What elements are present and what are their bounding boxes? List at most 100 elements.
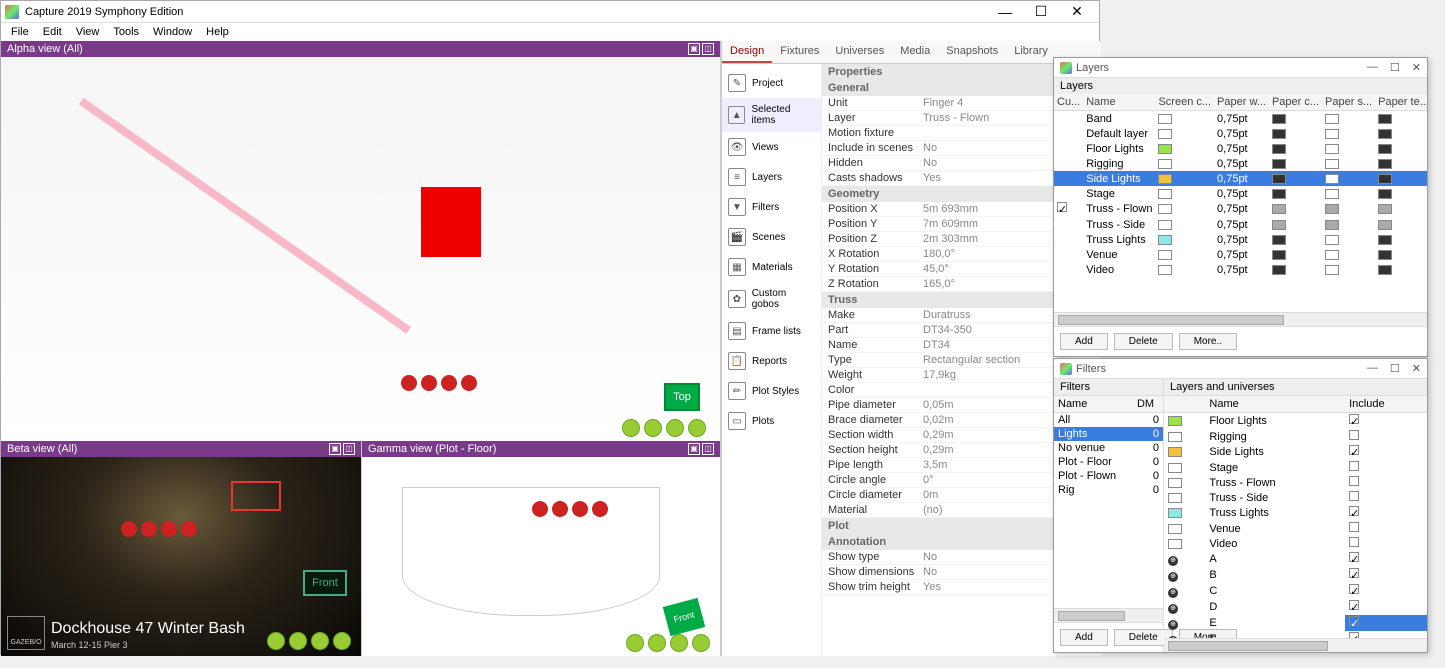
paper-swatch[interactable]	[1325, 114, 1339, 124]
screen-color-swatch[interactable]	[1158, 114, 1172, 124]
paper-swatch[interactable]	[1325, 250, 1339, 260]
tab-media[interactable]: Media	[892, 41, 938, 63]
column-header[interactable]: Name	[1054, 396, 1133, 413]
include-checkbox[interactable]	[1349, 430, 1359, 440]
view-tool-icon[interactable]	[289, 632, 307, 650]
column-header[interactable]: Screen c...	[1155, 94, 1214, 111]
paper-swatch[interactable]	[1325, 144, 1339, 154]
column-header[interactable]: Cu...	[1054, 94, 1083, 111]
view-tool-icon[interactable]	[333, 632, 351, 650]
layer-row[interactable]: Stage0,75ptNormal	[1054, 186, 1427, 201]
beta-view-header[interactable]: Beta view (All) ▣ ◫	[1, 441, 361, 457]
nav-selected-items[interactable]: ▲Selected items	[722, 98, 821, 132]
paper-text-swatch[interactable]	[1378, 220, 1392, 230]
layer-universe-row[interactable]: ⊕B✓	[1164, 567, 1427, 583]
view-orientation-badge[interactable]: Front	[303, 570, 347, 596]
view-orientation-badge[interactable]: Top	[664, 383, 700, 411]
include-checkbox[interactable]: ✓	[1349, 445, 1359, 455]
layer-universe-row[interactable]: Truss - Side	[1164, 490, 1427, 505]
close-button[interactable]: ✕	[1059, 2, 1095, 22]
paper-swatch[interactable]	[1325, 204, 1339, 214]
include-checkbox[interactable]	[1349, 491, 1359, 501]
column-header[interactable]: Name	[1083, 94, 1155, 111]
view-tool-icon[interactable]	[311, 632, 329, 650]
close-button[interactable]: ✕	[1412, 362, 1421, 375]
menu-tools[interactable]: Tools	[107, 25, 145, 39]
add-button[interactable]: Add	[1060, 629, 1108, 646]
paper-color-swatch[interactable]	[1272, 204, 1286, 214]
paper-swatch[interactable]	[1325, 265, 1339, 275]
paper-text-swatch[interactable]	[1378, 189, 1392, 199]
menu-file[interactable]: File	[5, 25, 35, 39]
more-button[interactable]: More..	[1179, 333, 1237, 350]
column-header[interactable]	[1164, 396, 1205, 413]
horizontal-scrollbar[interactable]	[1054, 608, 1163, 622]
nav-project[interactable]: ✎Project	[722, 68, 821, 98]
paper-text-swatch[interactable]	[1378, 129, 1392, 139]
layer-row[interactable]: Floor Lights0,75ptNormal	[1054, 141, 1427, 156]
filter-row[interactable]: Lights0	[1054, 427, 1163, 441]
paper-text-swatch[interactable]	[1378, 174, 1392, 184]
filter-row[interactable]: No venue0	[1054, 441, 1163, 455]
nav-filters[interactable]: ▼Filters	[722, 192, 821, 222]
view-tool-icon[interactable]	[670, 634, 688, 652]
maximize-button[interactable]: ☐	[1023, 2, 1059, 22]
screen-color-swatch[interactable]	[1158, 220, 1172, 230]
paper-text-swatch[interactable]	[1378, 204, 1392, 214]
filter-row[interactable]: Rig0	[1054, 483, 1163, 497]
titlebar[interactable]: Capture 2019 Symphony Edition — ☐ ✕	[1, 1, 1099, 23]
minimize-button[interactable]: —	[1367, 362, 1378, 375]
paper-color-swatch[interactable]	[1272, 159, 1286, 169]
include-checkbox[interactable]	[1349, 522, 1359, 532]
paper-text-swatch[interactable]	[1378, 114, 1392, 124]
layer-row[interactable]: Side Lights0,75ptNormal	[1054, 171, 1427, 186]
layer-row[interactable]: Default layer0,75ptNormal	[1054, 126, 1427, 141]
layer-universe-row[interactable]: Stage	[1164, 460, 1427, 475]
nav-layers[interactable]: ≡Layers	[722, 162, 821, 192]
paper-swatch[interactable]	[1325, 189, 1339, 199]
minimize-button[interactable]: —	[987, 2, 1023, 22]
close-button[interactable]: ✕	[1412, 61, 1421, 74]
minimize-button[interactable]: —	[1367, 61, 1378, 74]
layer-row[interactable]: Band0,75ptNormal	[1054, 111, 1427, 127]
view-control-icon[interactable]: ◫	[343, 443, 355, 455]
tab-library[interactable]: Library	[1006, 41, 1056, 63]
include-checkbox[interactable]: ✓	[1349, 568, 1359, 578]
view-tool-icon[interactable]	[622, 419, 640, 437]
include-checkbox[interactable]: ✓	[1349, 600, 1359, 610]
layer-universe-row[interactable]: Side Lights✓	[1164, 444, 1427, 460]
nav-custom-gobos[interactable]: ✿Custom gobos	[722, 282, 821, 316]
menu-help[interactable]: Help	[200, 25, 235, 39]
paper-color-swatch[interactable]	[1272, 189, 1286, 199]
paper-color-swatch[interactable]	[1272, 114, 1286, 124]
menu-window[interactable]: Window	[147, 25, 198, 39]
column-header[interactable]: Paper w...	[1214, 94, 1269, 111]
layer-universe-row[interactable]: ⊕F✓	[1164, 631, 1427, 638]
filters-window[interactable]: Filters — ☐ ✕ Filters NameDMAll0Lights0N…	[1053, 358, 1428, 653]
paper-color-swatch[interactable]	[1272, 265, 1286, 275]
paper-swatch[interactable]	[1325, 129, 1339, 139]
current-checkbox[interactable]: ✓	[1057, 202, 1067, 212]
maximize-button[interactable]: ☐	[1390, 61, 1400, 74]
add-button[interactable]: Add	[1060, 333, 1108, 350]
include-checkbox[interactable]	[1349, 461, 1359, 471]
column-header[interactable]: Paper s...	[1322, 94, 1375, 111]
layer-row[interactable]: Venue0,75ptLow	[1054, 247, 1427, 262]
layer-universe-row[interactable]: Venue	[1164, 521, 1427, 536]
view-control-icon[interactable]: ▣	[329, 443, 341, 455]
view-tool-icon[interactable]	[666, 419, 684, 437]
nav-materials[interactable]: ▦Materials	[722, 252, 821, 282]
paper-color-swatch[interactable]	[1272, 250, 1286, 260]
column-header[interactable]: Include	[1345, 396, 1427, 413]
horizontal-scrollbar[interactable]	[1164, 638, 1427, 652]
nav-frame-lists[interactable]: ▤Frame lists	[722, 316, 821, 346]
layer-universe-row[interactable]: Truss Lights✓	[1164, 505, 1427, 521]
gamma-view[interactable]: Gamma view (Plot - Floor) ▣ ◫ Front	[361, 441, 721, 656]
screen-color-swatch[interactable]	[1158, 174, 1172, 184]
horizontal-scrollbar[interactable]	[1054, 312, 1427, 326]
layer-row[interactable]: Video0,75ptNormal	[1054, 262, 1427, 277]
include-checkbox[interactable]	[1349, 476, 1359, 486]
view-control-icon[interactable]: ◫	[702, 43, 714, 55]
screen-color-swatch[interactable]	[1158, 235, 1172, 245]
view-tool-icon[interactable]	[688, 419, 706, 437]
